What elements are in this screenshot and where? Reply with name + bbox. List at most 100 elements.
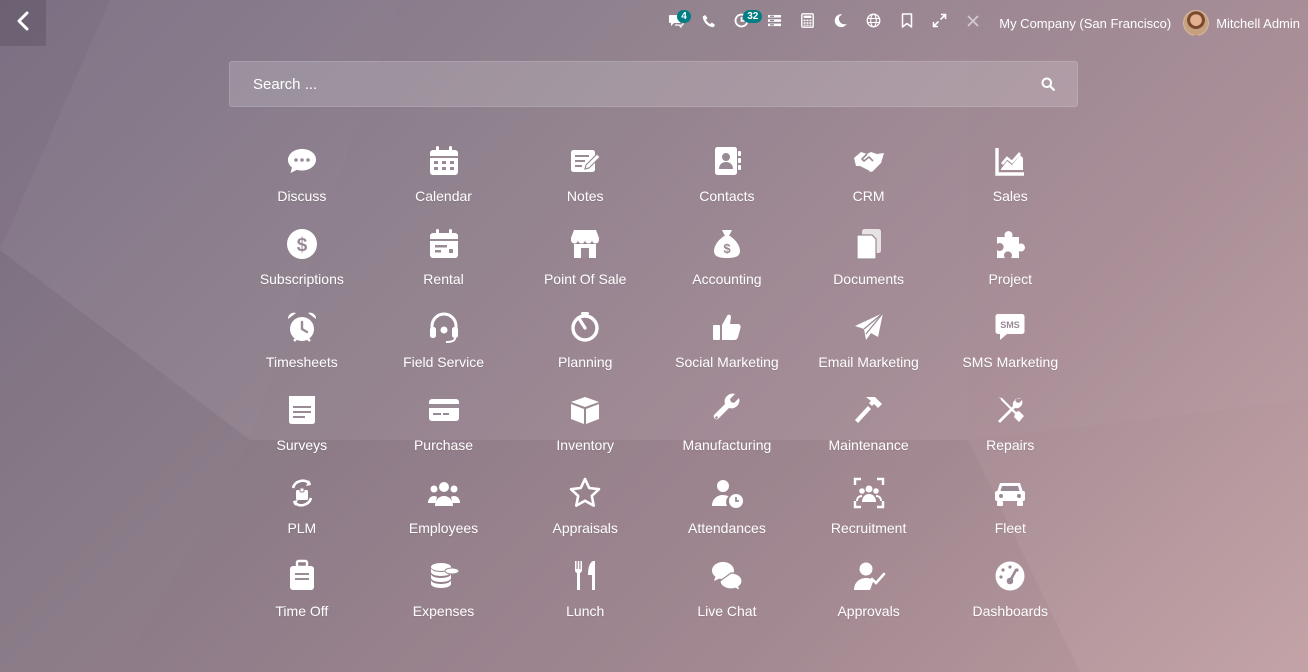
- app-label: Expenses: [412, 603, 475, 619]
- chevron-left-icon: [16, 11, 30, 36]
- app-label: Calendar: [415, 188, 472, 204]
- app-label: Manufacturing: [682, 437, 772, 453]
- website-menu[interactable]: [857, 0, 890, 46]
- app-maintenance[interactable]: Maintenance: [798, 384, 940, 467]
- user-menu[interactable]: Mitchell Admin: [1183, 10, 1308, 36]
- app-social-marketing[interactable]: Social Marketing: [656, 301, 798, 384]
- app-label: Time Off: [275, 603, 329, 619]
- app-purchase[interactable]: Purchase: [373, 384, 515, 467]
- app-point-of-sale[interactable]: Point Of Sale: [514, 218, 656, 301]
- app-sms-marketing[interactable]: SMS SMS Marketing: [939, 301, 1081, 384]
- app-planning[interactable]: Planning: [514, 301, 656, 384]
- attendance-icon: [707, 473, 747, 513]
- app-inventory[interactable]: Inventory: [514, 384, 656, 467]
- planning-icon: [565, 307, 605, 347]
- app-surveys[interactable]: Surveys: [231, 384, 373, 467]
- app-crm[interactable]: CRM: [798, 135, 940, 218]
- app-sales[interactable]: Sales: [939, 135, 1081, 218]
- calculator-menu[interactable]: [791, 0, 824, 46]
- dollar-circle-icon: $: [282, 224, 322, 264]
- app-label: Subscriptions: [259, 271, 344, 287]
- app-live-chat[interactable]: Live Chat: [656, 550, 798, 633]
- app-label: CRM: [852, 188, 885, 204]
- app-calendar[interactable]: Calendar: [373, 135, 515, 218]
- debug-menu[interactable]: [956, 0, 989, 46]
- app-email-marketing[interactable]: Email Marketing: [798, 301, 940, 384]
- app-timesheets[interactable]: Timesheets: [231, 301, 373, 384]
- search-bar: [229, 61, 1078, 107]
- app-label: Dashboards: [972, 603, 1049, 619]
- bookmark-menu[interactable]: [890, 0, 923, 46]
- app-recruitment[interactable]: Recruitment: [798, 467, 940, 550]
- search-icon[interactable]: [1041, 77, 1055, 96]
- app-label: Sales: [992, 188, 1028, 204]
- alarm-clock-icon: [282, 307, 322, 347]
- app-lunch[interactable]: Lunch: [514, 550, 656, 633]
- bookmark-icon: [901, 13, 913, 33]
- list-icon: [767, 14, 782, 32]
- app-discuss[interactable]: Discuss: [231, 135, 373, 218]
- app-subscriptions[interactable]: $ Subscriptions: [231, 218, 373, 301]
- app-approvals[interactable]: Approvals: [798, 550, 940, 633]
- app-field-service[interactable]: Field Service: [373, 301, 515, 384]
- app-label: Social Marketing: [675, 354, 779, 370]
- app-label: Employees: [408, 520, 479, 536]
- app-label: Notes: [566, 188, 604, 204]
- user-name: Mitchell Admin: [1216, 15, 1300, 31]
- app-label: Recruitment: [830, 520, 907, 536]
- svg-text:SMS: SMS: [1001, 320, 1021, 330]
- fullscreen-button[interactable]: [923, 0, 956, 46]
- moon-icon: [833, 13, 848, 33]
- globe-icon: [866, 13, 881, 33]
- app-rental[interactable]: Rental: [373, 218, 515, 301]
- app-project[interactable]: Project: [939, 218, 1081, 301]
- money-bag-icon: $: [707, 224, 747, 264]
- back-button[interactable]: [0, 0, 46, 46]
- sales-chart-icon: [990, 141, 1030, 181]
- search-input[interactable]: [230, 62, 1033, 106]
- top-navbar: 4 32 My Company (San Francisco) Mitchell…: [0, 0, 1308, 46]
- app-grid: Discuss Calendar Notes Contacts CRM Sales $ Sub…: [231, 135, 1081, 633]
- discuss-icon: [282, 141, 322, 181]
- calculator-icon: [801, 13, 815, 33]
- app-employees[interactable]: Employees: [373, 467, 515, 550]
- app-dashboards[interactable]: Dashboards: [939, 550, 1081, 633]
- dark-mode-toggle[interactable]: [824, 0, 857, 46]
- app-attendances[interactable]: Attendances: [656, 467, 798, 550]
- app-time-off[interactable]: Time Off: [231, 550, 373, 633]
- app-label: Rental: [423, 271, 464, 287]
- app-contacts[interactable]: Contacts: [656, 135, 798, 218]
- app-label: PLM: [287, 520, 317, 536]
- employees-icon: [424, 473, 464, 513]
- app-expenses[interactable]: Expenses: [373, 550, 515, 633]
- phone-menu[interactable]: [692, 0, 725, 46]
- app-label: Purchase: [413, 437, 474, 453]
- app-accounting[interactable]: $ Accounting: [656, 218, 798, 301]
- expand-icon: [932, 13, 947, 33]
- app-plm[interactable]: PLM: [231, 467, 373, 550]
- list-menu[interactable]: [758, 0, 791, 46]
- tools-icon: [966, 14, 980, 33]
- app-notes[interactable]: Notes: [514, 135, 656, 218]
- app-appraisals[interactable]: Appraisals: [514, 467, 656, 550]
- app-repairs[interactable]: Repairs: [939, 384, 1081, 467]
- app-label: Planning: [557, 354, 613, 370]
- wrench-icon: [707, 390, 747, 430]
- app-manufacturing[interactable]: Manufacturing: [656, 384, 798, 467]
- app-label: SMS Marketing: [962, 354, 1059, 370]
- app-documents[interactable]: Documents: [798, 218, 940, 301]
- notes-icon: [565, 141, 605, 181]
- dashboard-gauge-icon: [990, 556, 1030, 596]
- activities-menu[interactable]: 32: [725, 0, 763, 46]
- systray: 4 32 My Company (San Francisco) Mitchell…: [659, 0, 1308, 46]
- app-label: Field Service: [403, 354, 484, 370]
- recruitment-icon: [849, 473, 889, 513]
- rental-calendar-icon: [424, 224, 464, 264]
- tools-icon: [990, 390, 1030, 430]
- app-label: Contacts: [699, 188, 755, 204]
- shop-icon: [565, 224, 605, 264]
- app-fleet[interactable]: Fleet: [939, 467, 1081, 550]
- company-switcher[interactable]: My Company (San Francisco): [989, 16, 1183, 31]
- app-label: Surveys: [276, 437, 328, 453]
- messages-menu[interactable]: 4: [659, 0, 692, 46]
